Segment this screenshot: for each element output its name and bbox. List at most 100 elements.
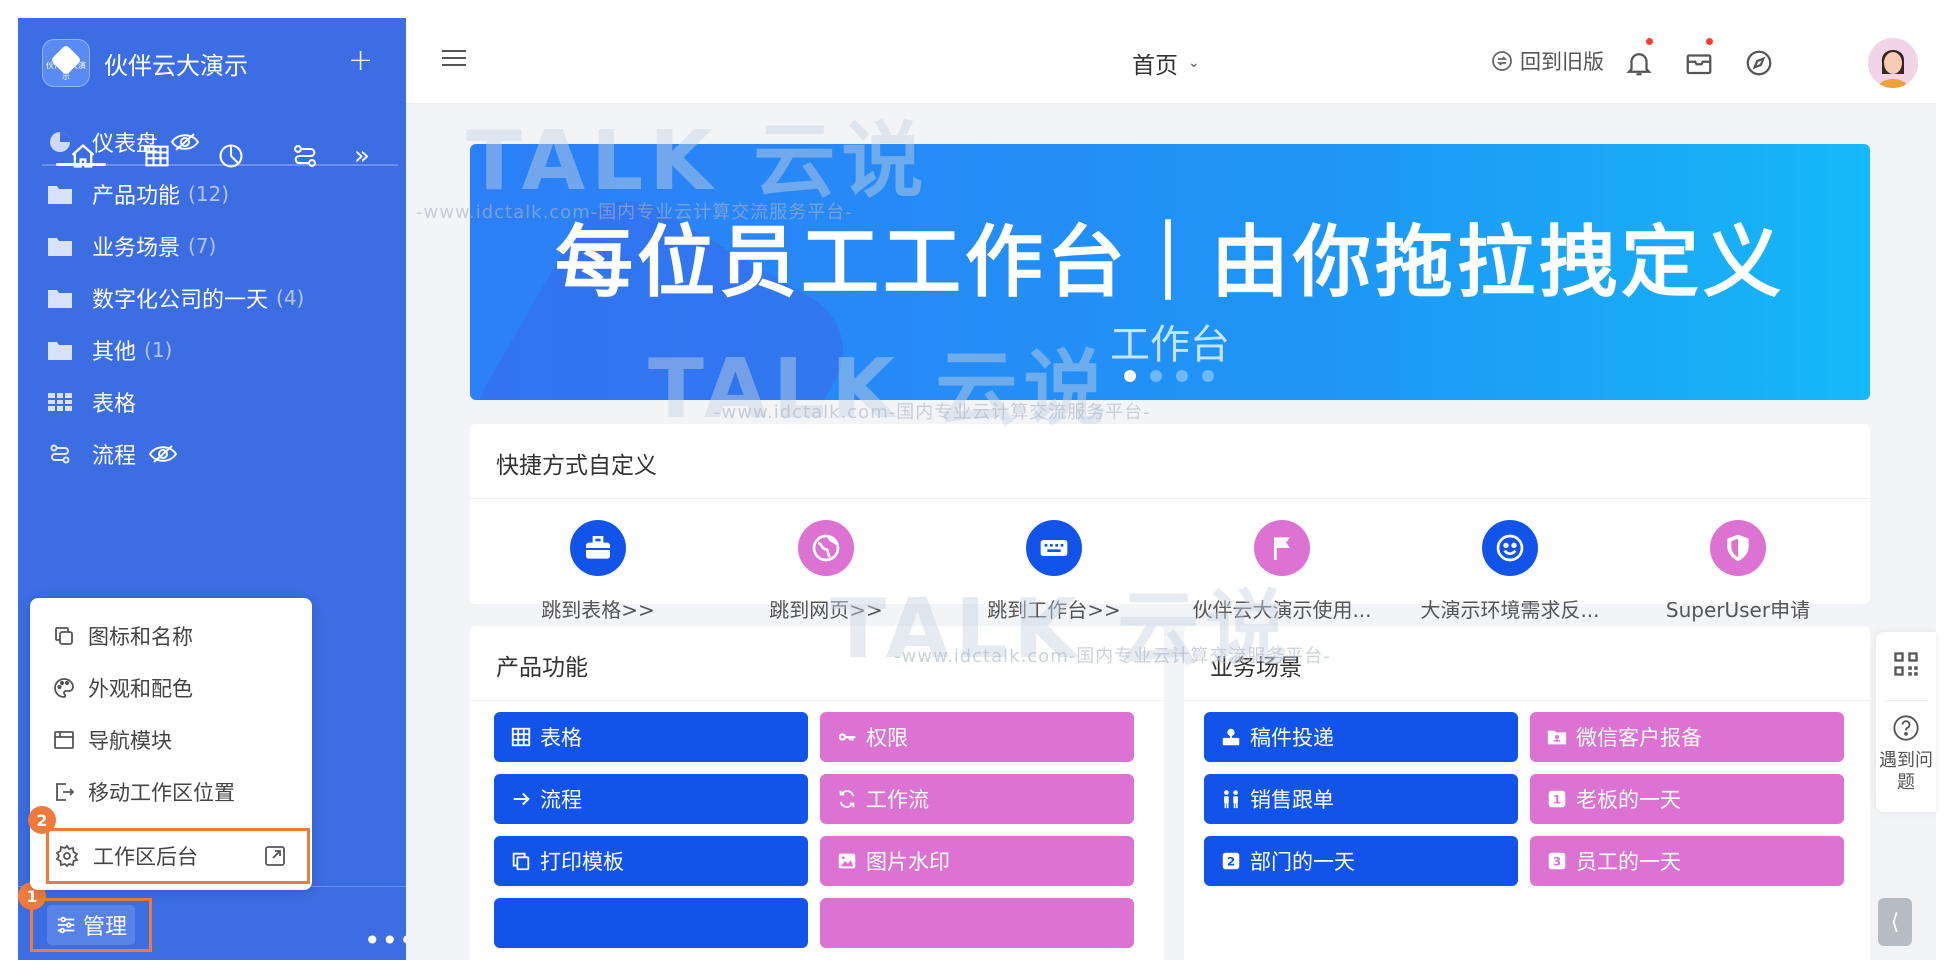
svg-text:1: 1 <box>1553 793 1561 807</box>
carousel-dot[interactable] <box>1150 370 1162 382</box>
tabs-underline <box>42 163 398 166</box>
scene-link-submission[interactable]: 稿件投递 <box>1204 712 1518 762</box>
table-icon <box>46 390 74 414</box>
shortcut-item[interactable]: 大演示环境需求反... <box>1410 520 1610 623</box>
people-icon <box>1224 790 1238 809</box>
workspace-name: 伙伴云大演示 <box>104 51 248 80</box>
nav-count: (7) <box>188 234 217 258</box>
bell-icon[interactable] <box>1624 48 1654 78</box>
number-1-icon: 1 <box>1548 790 1566 808</box>
carousel-dot[interactable] <box>1124 370 1136 382</box>
brand[interactable]: 伙伴云大演示 伙伴云大演示 <box>42 36 248 90</box>
shortcut-item[interactable]: 跳到工作台>> <box>954 520 1154 623</box>
nav-label: 业务场景 <box>92 236 181 261</box>
nav-label: 表格 <box>92 392 137 417</box>
svg-text:2: 2 <box>1227 855 1235 869</box>
banner-headline: 每位员工工作台｜由你拖拉拽定义 <box>554 218 1785 308</box>
more-tabs-icon[interactable]: » <box>342 141 382 171</box>
menu-item-move-workspace[interactable]: 移动工作区位置 <box>52 774 235 810</box>
move-icon <box>56 783 75 801</box>
back-to-old-version[interactable]: 回到旧版 <box>1490 46 1604 76</box>
help-label[interactable]: 遇到问题 <box>1876 750 1936 794</box>
shortcut-item[interactable]: 跳到网页>> <box>726 520 926 623</box>
gear-icon <box>55 844 79 868</box>
feature-link-workflow[interactable]: 工作流 <box>820 774 1134 824</box>
help-icon[interactable] <box>1892 714 1920 742</box>
nav-item-tables[interactable]: 表格 <box>46 382 136 422</box>
nav-item-dashboard[interactable]: 仪表盘 <box>46 122 200 162</box>
nav-count: (4) <box>276 286 305 310</box>
brand-logo: 伙伴云大演示 <box>42 39 90 87</box>
scene-link-employee-day[interactable]: 3 员工的一天 <box>1530 836 1844 886</box>
tab-dashboards[interactable] <box>194 136 268 176</box>
carousel-dot[interactable] <box>1202 370 1214 382</box>
add-icon[interactable]: + <box>348 46 373 76</box>
feature-link-more[interactable] <box>820 898 1134 948</box>
main-content: 每位员工工作台｜由你拖拉拽定义 工作台 快捷方式自定义 跳到表格>> 跳到网页>… <box>406 104 1936 960</box>
sync-icon <box>839 790 855 808</box>
tab-flows[interactable] <box>268 136 342 176</box>
card-title: 快捷方式自定义 <box>496 453 657 479</box>
nav-label: 数字化公司的一天 <box>92 288 269 313</box>
menu-item-appearance[interactable]: 外观和配色 <box>52 670 193 706</box>
app-window: 伙伴云大演示 伙伴云大演示 + » 仪表盘 产品功能 (12) 业务场景 (7)… <box>0 0 1954 976</box>
grid-icon <box>511 727 531 747</box>
nav-label: 仪表盘 <box>92 132 159 157</box>
product-features-card: 产品功能 表格 权限 流程 工作流 打印模板 图片水印 <box>470 626 1164 960</box>
shortcut-item[interactable]: SuperUser申请 <box>1638 520 1838 623</box>
user-avatar[interactable] <box>1868 38 1918 88</box>
feature-link-more[interactable] <box>494 898 808 948</box>
nav-item-business-scenes[interactable]: 业务场景 (7) <box>46 226 216 266</box>
feature-link-image-watermark[interactable]: 图片水印 <box>820 836 1134 886</box>
nav-item-other[interactable]: 其他 (1) <box>46 330 172 370</box>
nav-count: (1) <box>144 338 173 362</box>
chevron-down-icon: ⌄ <box>1188 55 1200 71</box>
globe-icon <box>798 520 854 576</box>
feature-link-permissions[interactable]: 权限 <box>820 712 1134 762</box>
menu-item-icon-and-name[interactable]: 图标和名称 <box>52 618 193 654</box>
qr-code-icon[interactable] <box>1892 650 1920 678</box>
sliders-icon <box>57 916 75 934</box>
hero-banner[interactable]: 每位员工工作台｜由你拖拉拽定义 工作台 <box>470 144 1870 400</box>
inbox-icon[interactable] <box>1684 48 1714 78</box>
shortcut-item[interactable]: 伙伴云大演示使用... <box>1182 520 1382 623</box>
folder-icon <box>46 338 74 362</box>
carousel-dot[interactable] <box>1176 370 1188 382</box>
keyboard-icon <box>1026 520 1082 576</box>
feature-link-flows[interactable]: 流程 <box>494 774 808 824</box>
banner-subtitle: 工作台 <box>1110 322 1230 368</box>
external-link-icon <box>265 846 285 866</box>
image-icon <box>838 853 856 869</box>
svg-text:3: 3 <box>1553 855 1561 869</box>
manage-button[interactable]: 管理 <box>30 898 152 952</box>
submit-icon <box>1222 728 1240 746</box>
collapse-panel-button[interactable]: ⟨ <box>1878 898 1912 946</box>
shortcuts-card: 快捷方式自定义 跳到表格>> 跳到网页>> 跳到工作台>> 伙伴云大演示使用..… <box>470 424 1870 622</box>
manage-popup-menu: 图标和名称 外观和配色 导航模块 移动工作区位置 工作区后台 <box>30 598 312 890</box>
dashboard-icon <box>46 130 74 154</box>
menu-toggle-icon[interactable] <box>442 50 466 71</box>
nav-module-icon <box>54 731 74 749</box>
briefcase-icon <box>570 520 626 576</box>
menu-item-nav-module[interactable]: 导航模块 <box>52 722 172 758</box>
eye-hidden-icon <box>170 133 200 151</box>
shortcut-item[interactable]: 跳到表格>> <box>498 520 698 623</box>
scene-link-boss-day[interactable]: 1 老板的一天 <box>1530 774 1844 824</box>
scene-link-wechat-report[interactable]: 微信客户报备 <box>1530 712 1844 762</box>
menu-item-workspace-admin[interactable]: 工作区后台 <box>46 828 310 884</box>
top-header: 首页 ⌄ 回到旧版 <box>406 18 1936 104</box>
feature-link-print-template[interactable]: 打印模板 <box>494 836 808 886</box>
feature-link-tables[interactable]: 表格 <box>494 712 808 762</box>
compass-icon[interactable] <box>1744 48 1774 78</box>
nav-label: 产品功能 <box>92 184 181 209</box>
nav-label: 其他 <box>92 340 137 365</box>
page-title-dropdown[interactable]: 首页 ⌄ <box>1132 46 1200 80</box>
card-title: 业务场景 <box>1210 655 1302 681</box>
shield-icon <box>1710 520 1766 576</box>
scene-link-sales[interactable]: 销售跟单 <box>1204 774 1518 824</box>
nav-item-flows[interactable]: 流程 <box>46 434 178 474</box>
switch-icon <box>1492 51 1512 71</box>
nav-item-digital-day[interactable]: 数字化公司的一天 (4) <box>46 278 304 318</box>
nav-item-product-features[interactable]: 产品功能 (12) <box>46 174 229 214</box>
scene-link-department-day[interactable]: 2 部门的一天 <box>1204 836 1518 886</box>
